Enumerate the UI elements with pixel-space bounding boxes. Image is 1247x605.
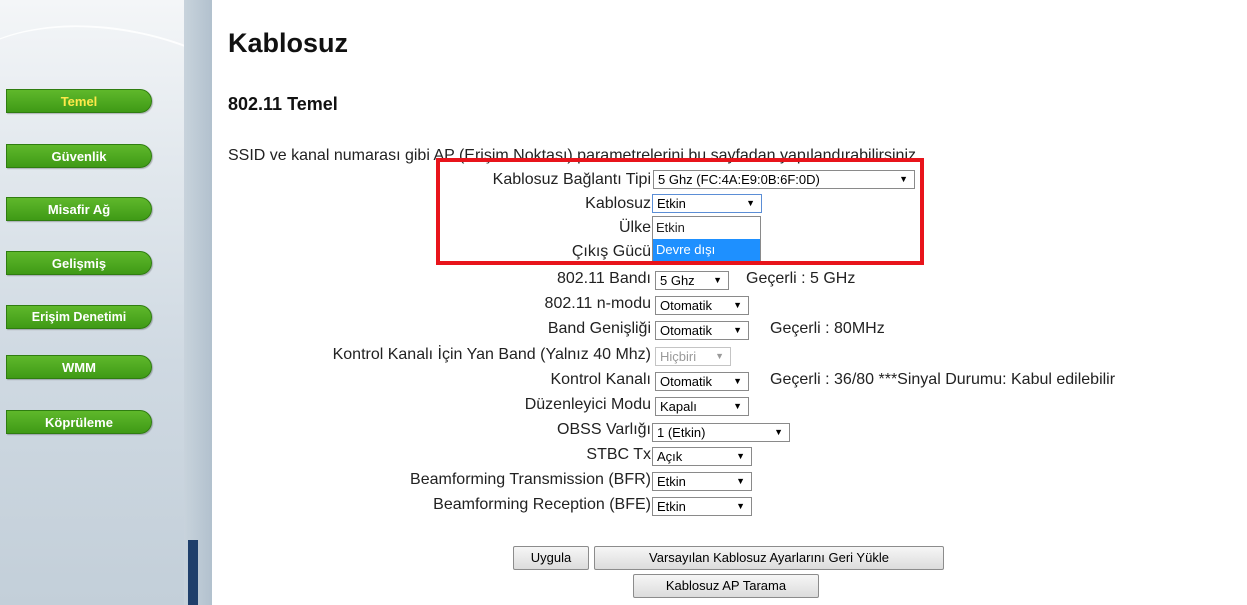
sidebar-item-label: Gelişmiş [51, 255, 107, 271]
connection-type-value: 5 Ghz (FC:4A:E9:0B:6F:0D) [658, 172, 820, 187]
chevron-down-icon: ▼ [736, 501, 745, 511]
bfr-label: Beamforming Transmission (BFR) [410, 471, 651, 488]
output-power-label: Çıkış Gücü [571, 243, 651, 260]
bfe-label: Beamforming Reception (BFE) [433, 496, 651, 513]
chevron-down-icon: ▼ [733, 325, 742, 335]
sidebar-item-label: WMM [62, 359, 96, 375]
obss-value: 1 (Etkin) [657, 425, 706, 440]
sidebar-item-label: Güvenlik [51, 148, 107, 164]
n-mode-value: Otomatik [660, 298, 713, 313]
chevron-down-icon: ▼ [736, 451, 745, 461]
bandwidth-label: Band Genişliği [547, 320, 651, 337]
country-label: Ülke [618, 219, 651, 236]
connection-type-label: Kablosuz Bağlantı Tipi [492, 171, 651, 188]
wireless-dropdown-list: Etkin Devre dışı [652, 216, 761, 262]
bandwidth-select[interactable]: Otomatik ▼ [655, 321, 749, 340]
wireless-value: Etkin [657, 196, 686, 211]
sidebar-item-erisim-denetimi[interactable]: Erişim Denetimi [6, 305, 152, 329]
sidebar-item-wmm[interactable]: WMM [6, 355, 152, 379]
n-mode-select[interactable]: Otomatik ▼ [655, 296, 749, 315]
sidebar-item-label: Köprüleme [45, 414, 113, 430]
chevron-down-icon: ▼ [715, 351, 724, 361]
sidebar-item-kopruleme[interactable]: Köprüleme [6, 410, 152, 434]
stbc-tx-value: Açık [657, 449, 683, 464]
sidebar-decoration [0, 0, 212, 268]
control-channel-current: Geçerli : 36/80 ***Sinyal Durumu: Kabul … [770, 371, 1116, 388]
sidebar-item-label: Temel [60, 93, 98, 109]
obss-select[interactable]: 1 (Etkin) ▼ [652, 423, 790, 442]
sidebar-item-temel[interactable]: Temel [6, 89, 152, 113]
obss-label: OBSS Varlığı [557, 421, 651, 438]
n-mode-label: 802.11 n-modu [544, 295, 651, 312]
band-value: 5 Ghz [660, 273, 695, 288]
sidebar-item-label: Misafir Ağ [47, 201, 111, 217]
ap-scan-button[interactable]: Kablosuz AP Tarama [633, 574, 819, 598]
page-title: Kablosuz [228, 28, 349, 58]
wireless-label: Kablosuz [585, 195, 651, 212]
connection-type-select[interactable]: 5 Ghz (FC:4A:E9:0B:6F:0D) ▼ [653, 170, 915, 189]
regulatory-mode-value: Kapalı [660, 399, 697, 414]
wireless-option-etkin[interactable]: Etkin [653, 217, 760, 239]
section-title: 802.11 Temel [228, 94, 338, 114]
sidebar-item-misafir-ag[interactable]: Misafir Ağ [6, 197, 152, 221]
page-description: SSID ve kanal numarası gibi AP (Erişim N… [228, 147, 921, 164]
chevron-down-icon: ▼ [774, 427, 783, 437]
apply-button[interactable]: Uygula [513, 546, 589, 570]
sidebar-item-guvenlik[interactable]: Güvenlik [6, 144, 152, 168]
sidebar-item-gelismis[interactable]: Gelişmiş [6, 251, 152, 275]
sideband-select: Hiçbiri ▼ [655, 347, 731, 366]
sidebar-rail [184, 0, 212, 605]
regulatory-mode-select[interactable]: Kapalı ▼ [655, 397, 749, 416]
sidebar: Temel Güvenlik Misafir Ağ Gelişmiş Erişi… [0, 0, 212, 605]
bfr-value: Etkin [657, 474, 686, 489]
wireless-option-devre-disi[interactable]: Devre dışı [653, 239, 760, 261]
sideband-label: Kontrol Kanalı İçin Yan Band (Yalnız 40 … [332, 346, 651, 363]
control-channel-select[interactable]: Otomatik ▼ [655, 372, 749, 391]
stbc-tx-select[interactable]: Açık ▼ [652, 447, 752, 466]
chevron-down-icon: ▼ [736, 476, 745, 486]
bfe-select[interactable]: Etkin ▼ [652, 497, 752, 516]
sideband-value: Hiçbiri [660, 349, 697, 364]
control-channel-label: Kontrol Kanalı [550, 371, 651, 388]
bfr-select[interactable]: Etkin ▼ [652, 472, 752, 491]
control-channel-value: Otomatik [660, 374, 713, 389]
band-select[interactable]: 5 Ghz ▼ [655, 271, 729, 290]
chevron-down-icon: ▼ [733, 300, 742, 310]
bandwidth-current: Geçerli : 80MHz [770, 320, 885, 337]
chevron-down-icon: ▼ [733, 376, 742, 386]
chevron-down-icon: ▼ [733, 401, 742, 411]
chevron-down-icon: ▼ [899, 174, 908, 184]
stbc-tx-label: STBC Tx [586, 446, 651, 463]
sidebar-item-label: Erişim Denetimi [31, 310, 127, 324]
wireless-select[interactable]: Etkin ▼ [652, 194, 762, 213]
bandwidth-value: Otomatik [660, 323, 713, 338]
chevron-down-icon: ▼ [713, 275, 722, 285]
band-current: Geçerli : 5 GHz [746, 270, 856, 287]
bfe-value: Etkin [657, 499, 686, 514]
regulatory-mode-label: Düzenleyici Modu [524, 396, 651, 413]
restore-defaults-button[interactable]: Varsayılan Kablosuz Ayarlarını Geri Yükl… [594, 546, 944, 570]
sidebar-rail-accent [188, 540, 198, 605]
chevron-down-icon: ▼ [746, 198, 755, 208]
band-label: 802.11 Bandı [556, 270, 651, 287]
